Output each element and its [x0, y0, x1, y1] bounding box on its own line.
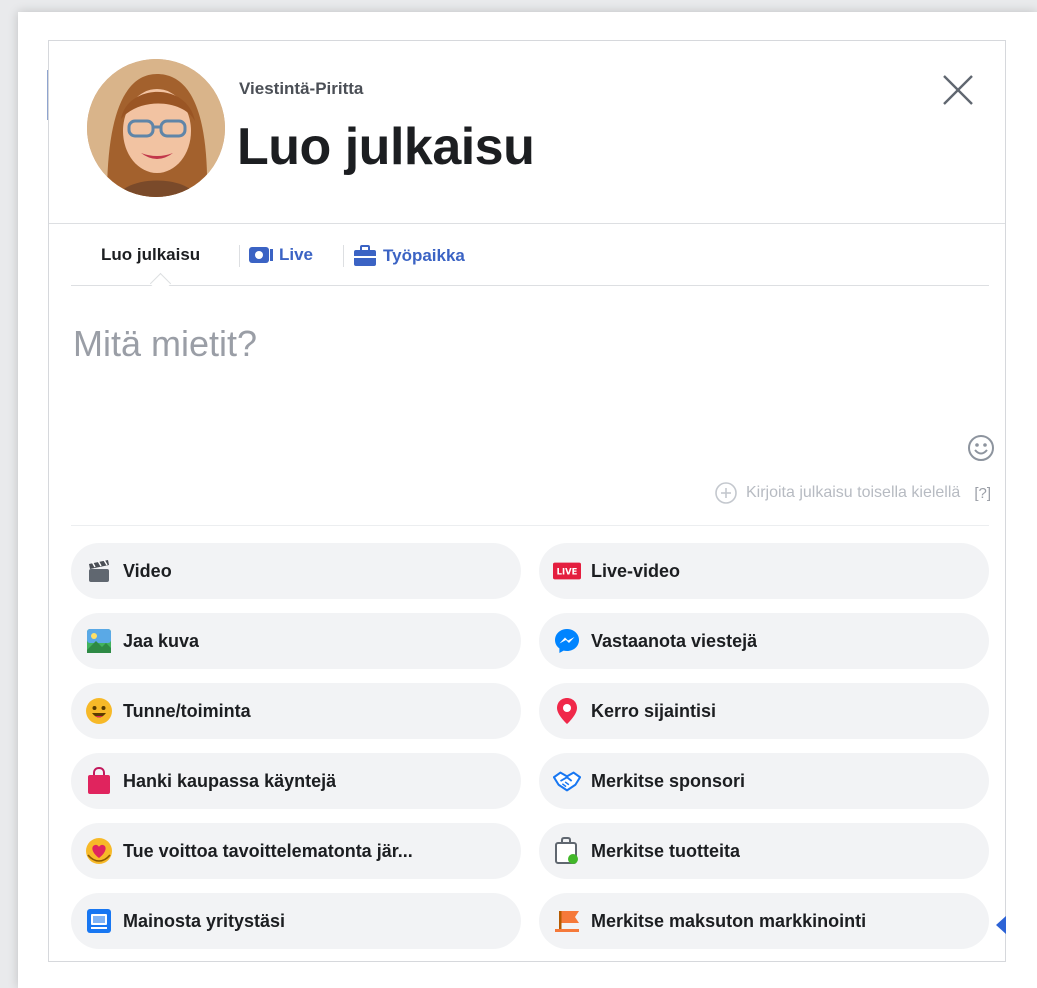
option-label: Hanki kaupassa käyntejä	[123, 770, 337, 791]
post-text-input[interactable]	[71, 313, 993, 375]
tab-label: Live	[279, 245, 314, 264]
tab-label: Työpaikka	[383, 246, 465, 265]
briefcase-icon	[354, 245, 376, 266]
flag-icon	[553, 907, 581, 935]
option-feeling-activity[interactable]: Tunne/toiminta	[71, 683, 521, 739]
tab-separator	[239, 245, 240, 267]
page-name: Viestintä-Piritta	[239, 79, 364, 98]
avatar-photo	[87, 59, 225, 197]
option-label: Video	[123, 560, 172, 581]
close-button[interactable]	[939, 71, 977, 109]
option-label: Live-video	[591, 560, 681, 581]
location-pin-icon	[553, 697, 581, 725]
avatar	[87, 59, 225, 197]
shopping-bag-icon	[85, 767, 113, 795]
video-icon	[85, 557, 113, 585]
donate-heart-icon	[85, 837, 113, 865]
smiley-icon	[968, 435, 994, 461]
option-get-messages[interactable]: Vastaanota viestejä	[539, 613, 989, 669]
translate-label: Kirjoita julkaisu toisella kielellä	[745, 484, 961, 501]
scroll-indicator	[996, 916, 1006, 934]
active-tab-indicator	[149, 272, 172, 295]
option-label: Kerro sijaintisi	[591, 700, 717, 721]
option-check-in[interactable]: Kerro sijaintisi	[539, 683, 989, 739]
option-tag-sponsor[interactable]: Merkitse sponsori	[539, 753, 989, 809]
tab-job[interactable]: Työpaikka	[353, 245, 465, 267]
option-tag-products[interactable]: Merkitse tuotteita	[539, 823, 989, 879]
option-label: Merkitse sponsori	[591, 770, 746, 791]
option-store-visits[interactable]: Hanki kaupassa käyntejä	[71, 753, 521, 809]
option-label: Merkitse maksuton markkinointi	[591, 910, 867, 931]
post-type-tabs: Luo julkaisu Live Työpaikka	[71, 223, 989, 295]
option-promote-business[interactable]: Mainosta yritystäsi	[71, 893, 521, 949]
live-badge-icon: LIVE	[553, 557, 581, 585]
option-label: Merkitse tuotteita	[591, 840, 741, 861]
option-video[interactable]: Video	[71, 543, 521, 599]
option-label: Vastaanota viestejä	[591, 630, 758, 651]
option-support-nonprofit[interactable]: Tue voittoa tavoittelematonta jär...	[71, 823, 521, 879]
option-label: Mainosta yritystäsi	[123, 910, 286, 931]
post-options-grid: Video LIVE Live-video Jaa kuva Vastaanot…	[71, 543, 989, 949]
handshake-icon	[553, 767, 581, 795]
messenger-icon	[553, 627, 581, 655]
option-live-video[interactable]: LIVE Live-video	[539, 543, 989, 599]
tab-label: Luo julkaisu	[101, 245, 201, 264]
add-circle-icon	[715, 482, 737, 504]
write-in-another-language[interactable]: Kirjoita julkaisu toisella kielellä [?]	[714, 481, 991, 505]
promote-icon	[85, 907, 113, 935]
tab-live[interactable]: Live	[249, 245, 313, 265]
create-post-dialog: Viestintä-Piritta Luo julkaisu Luo julka…	[48, 40, 1006, 962]
option-label: Jaa kuva	[123, 630, 200, 651]
live-camera-icon	[249, 247, 273, 263]
option-share-photo[interactable]: Jaa kuva	[71, 613, 521, 669]
option-free-marketing[interactable]: Merkitse maksuton markkinointi	[539, 893, 989, 949]
tab-separator	[343, 245, 344, 267]
photo-icon	[85, 627, 113, 655]
product-tag-icon	[553, 837, 581, 865]
close-icon	[943, 75, 973, 105]
feeling-smiley-icon	[85, 697, 113, 725]
dialog-title: Luo julkaisu	[237, 118, 535, 176]
option-label: Tunne/toiminta	[123, 700, 251, 721]
help-link[interactable]: [?]	[974, 485, 991, 502]
option-label: Tue voittoa tavoittelematonta jär...	[123, 840, 413, 861]
live-badge-text: LIVE	[557, 567, 578, 577]
dialog-header: Viestintä-Piritta Luo julkaisu	[49, 41, 1005, 224]
divider	[71, 525, 989, 526]
emoji-button[interactable]	[966, 433, 996, 463]
tab-create-post[interactable]: Luo julkaisu	[101, 245, 200, 265]
